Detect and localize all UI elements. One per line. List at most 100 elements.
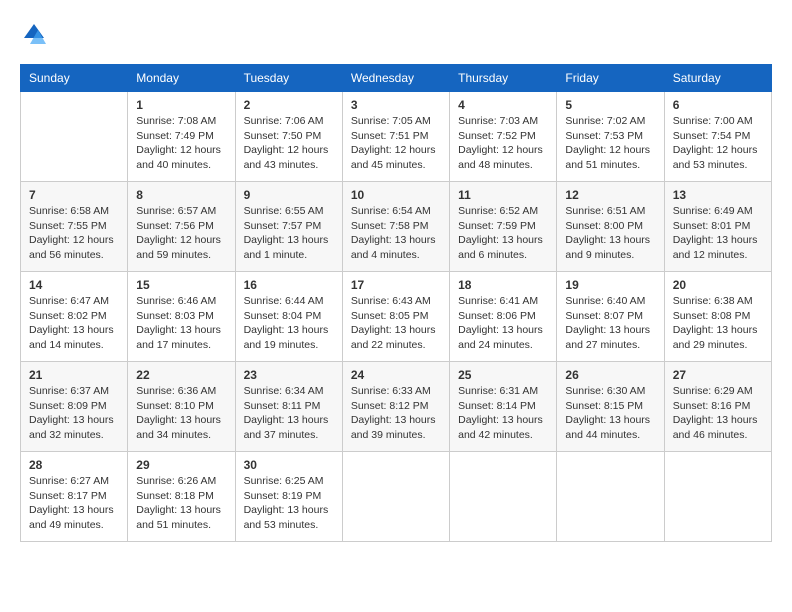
day-info: Sunrise: 6:51 AMSunset: 8:00 PMDaylight:…	[565, 204, 655, 263]
calendar-header-saturday: Saturday	[664, 65, 771, 92]
day-info: Sunrise: 6:41 AMSunset: 8:06 PMDaylight:…	[458, 294, 548, 353]
calendar-cell	[342, 452, 449, 542]
calendar-cell: 7Sunrise: 6:58 AMSunset: 7:55 PMDaylight…	[21, 182, 128, 272]
calendar-cell: 8 Sunrise: 6:57 AMSunset: 7:56 PMDaylight…	[128, 182, 235, 272]
calendar-cell: 20 Sunrise: 6:38 AMSunset: 8:08 PMDayligh…	[664, 272, 771, 362]
day-info: Sunrise: 6:33 AMSunset: 8:12 PMDaylight:…	[351, 384, 441, 443]
day-info: Sunrise: 7:03 AMSunset: 7:52 PMDaylight:…	[458, 114, 548, 173]
calendar-header-tuesday: Tuesday	[235, 65, 342, 92]
calendar-header-sunday: Sunday	[21, 65, 128, 92]
day-number: 11	[458, 188, 548, 202]
day-number: 27	[673, 368, 763, 382]
calendar-cell	[664, 452, 771, 542]
day-number: 3	[351, 98, 441, 112]
calendar-cell: 10 Sunrise: 6:54 AMSunset: 7:58 PMDayligh…	[342, 182, 449, 272]
calendar-cell: 9 Sunrise: 6:55 AMSunset: 7:57 PMDaylight…	[235, 182, 342, 272]
day-number: 16	[244, 278, 334, 292]
calendar-cell: 5 Sunrise: 7:02 AMSunset: 7:53 PMDaylight…	[557, 92, 664, 182]
calendar-cell: 1 Sunrise: 7:08 AMSunset: 7:49 PMDaylight…	[128, 92, 235, 182]
day-number: 21	[29, 368, 119, 382]
day-number: 18	[458, 278, 548, 292]
day-info: Sunrise: 7:05 AMSunset: 7:51 PMDaylight:…	[351, 114, 441, 173]
day-info: Sunrise: 6:40 AMSunset: 8:07 PMDaylight:…	[565, 294, 655, 353]
day-info: Sunrise: 6:29 AMSunset: 8:16 PMDaylight:…	[673, 384, 763, 443]
day-info: Sunrise: 6:58 AMSunset: 7:55 PMDaylight:…	[29, 204, 119, 263]
calendar-cell: 27 Sunrise: 6:29 AMSunset: 8:16 PMDayligh…	[664, 362, 771, 452]
day-info: Sunrise: 6:36 AMSunset: 8:10 PMDaylight:…	[136, 384, 226, 443]
day-info: Sunrise: 6:57 AMSunset: 7:56 PMDaylight:…	[136, 204, 226, 263]
calendar-cell: 28Sunrise: 6:27 AMSunset: 8:17 PMDayligh…	[21, 452, 128, 542]
day-info: Sunrise: 6:54 AMSunset: 7:58 PMDaylight:…	[351, 204, 441, 263]
day-number: 26	[565, 368, 655, 382]
day-number: 22	[136, 368, 226, 382]
week-row-1: 1 Sunrise: 7:08 AMSunset: 7:49 PMDaylight…	[21, 92, 772, 182]
day-number: 23	[244, 368, 334, 382]
calendar-header-wednesday: Wednesday	[342, 65, 449, 92]
day-info: Sunrise: 6:34 AMSunset: 8:11 PMDaylight:…	[244, 384, 334, 443]
day-number: 15	[136, 278, 226, 292]
calendar-header-friday: Friday	[557, 65, 664, 92]
day-number: 1	[136, 98, 226, 112]
day-number: 8	[136, 188, 226, 202]
calendar-cell: 13 Sunrise: 6:49 AMSunset: 8:01 PMDayligh…	[664, 182, 771, 272]
day-info: Sunrise: 6:52 AMSunset: 7:59 PMDaylight:…	[458, 204, 548, 263]
day-number: 20	[673, 278, 763, 292]
day-number: 2	[244, 98, 334, 112]
day-number: 6	[673, 98, 763, 112]
day-info: Sunrise: 6:38 AMSunset: 8:08 PMDaylight:…	[673, 294, 763, 353]
day-info: Sunrise: 6:31 AMSunset: 8:14 PMDaylight:…	[458, 384, 548, 443]
calendar-cell: 23 Sunrise: 6:34 AMSunset: 8:11 PMDayligh…	[235, 362, 342, 452]
day-number: 24	[351, 368, 441, 382]
calendar-cell: 18 Sunrise: 6:41 AMSunset: 8:06 PMDayligh…	[450, 272, 557, 362]
day-number: 17	[351, 278, 441, 292]
calendar-cell: 24 Sunrise: 6:33 AMSunset: 8:12 PMDayligh…	[342, 362, 449, 452]
calendar-cell: 14 Sunrise: 6:47 AMSunset: 8:02 PMDayligh…	[21, 272, 128, 362]
day-number: 4	[458, 98, 548, 112]
day-info: Sunrise: 6:47 AMSunset: 8:02 PMDaylight:…	[29, 294, 119, 353]
week-row-4: 21 Sunrise: 6:37 AMSunset: 8:09 PMDayligh…	[21, 362, 772, 452]
day-info: Sunrise: 6:55 AMSunset: 7:57 PMDaylight:…	[244, 204, 334, 263]
calendar-cell	[21, 92, 128, 182]
day-number: 29	[136, 458, 226, 472]
day-number: 12	[565, 188, 655, 202]
day-info: Sunrise: 6:37 AMSunset: 8:09 PMDaylight:…	[29, 384, 119, 443]
calendar-cell: 2 Sunrise: 7:06 AMSunset: 7:50 PMDaylight…	[235, 92, 342, 182]
calendar-cell: 16Sunrise: 6:44 AMSunset: 8:04 PMDayligh…	[235, 272, 342, 362]
day-number: 25	[458, 368, 548, 382]
calendar-header-thursday: Thursday	[450, 65, 557, 92]
calendar-cell: 6 Sunrise: 7:00 AMSunset: 7:54 PMDaylight…	[664, 92, 771, 182]
calendar-header-monday: Monday	[128, 65, 235, 92]
day-info: Sunrise: 7:00 AMSunset: 7:54 PMDaylight:…	[673, 114, 763, 173]
day-number: 13	[673, 188, 763, 202]
day-number: 10	[351, 188, 441, 202]
calendar-cell: 4 Sunrise: 7:03 AMSunset: 7:52 PMDaylight…	[450, 92, 557, 182]
day-info: Sunrise: 7:02 AMSunset: 7:53 PMDaylight:…	[565, 114, 655, 173]
calendar-table: SundayMondayTuesdayWednesdayThursdayFrid…	[20, 64, 772, 542]
day-info: Sunrise: 6:25 AMSunset: 8:19 PMDaylight:…	[244, 474, 334, 533]
calendar-cell: 17Sunrise: 6:43 AMSunset: 8:05 PMDayligh…	[342, 272, 449, 362]
calendar-cell	[450, 452, 557, 542]
calendar-cell: 26 Sunrise: 6:30 AMSunset: 8:15 PMDayligh…	[557, 362, 664, 452]
logo-icon	[20, 20, 48, 48]
calendar-cell: 21 Sunrise: 6:37 AMSunset: 8:09 PMDayligh…	[21, 362, 128, 452]
logo	[20, 20, 52, 48]
day-info: Sunrise: 6:49 AMSunset: 8:01 PMDaylight:…	[673, 204, 763, 263]
week-row-3: 14 Sunrise: 6:47 AMSunset: 8:02 PMDayligh…	[21, 272, 772, 362]
calendar-cell: 22 Sunrise: 6:36 AMSunset: 8:10 PMDayligh…	[128, 362, 235, 452]
day-info: Sunrise: 6:30 AMSunset: 8:15 PMDaylight:…	[565, 384, 655, 443]
day-number: 30	[244, 458, 334, 472]
day-info: Sunrise: 7:08 AMSunset: 7:49 PMDaylight:…	[136, 114, 226, 173]
day-number: 5	[565, 98, 655, 112]
page-header	[20, 20, 772, 48]
day-number: 9	[244, 188, 334, 202]
day-info: Sunrise: 7:06 AMSunset: 7:50 PMDaylight:…	[244, 114, 334, 173]
day-info: Sunrise: 6:27 AMSunset: 8:17 PMDaylight:…	[29, 474, 119, 533]
week-row-2: 7Sunrise: 6:58 AMSunset: 7:55 PMDaylight…	[21, 182, 772, 272]
calendar-cell: 3 Sunrise: 7:05 AMSunset: 7:51 PMDaylight…	[342, 92, 449, 182]
calendar-cell: 19 Sunrise: 6:40 AMSunset: 8:07 PMDayligh…	[557, 272, 664, 362]
calendar-cell: 25 Sunrise: 6:31 AMSunset: 8:14 PMDayligh…	[450, 362, 557, 452]
calendar-header-row: SundayMondayTuesdayWednesdayThursdayFrid…	[21, 65, 772, 92]
calendar-cell: 12 Sunrise: 6:51 AMSunset: 8:00 PMDayligh…	[557, 182, 664, 272]
day-number: 14	[29, 278, 119, 292]
day-number: 19	[565, 278, 655, 292]
